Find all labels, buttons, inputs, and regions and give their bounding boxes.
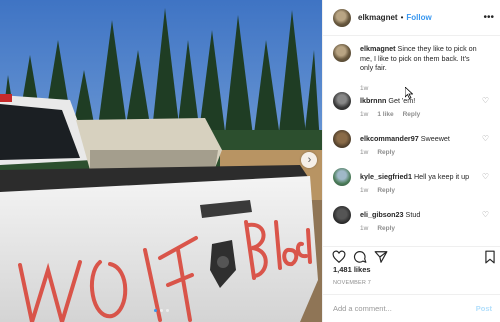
reply-button[interactable]: Reply [403, 111, 421, 118]
carousel-dot [153, 309, 157, 312]
instagram-post-view: › elkmagnet • Follow ••• elkmagnet Since… [0, 0, 500, 322]
comment-meta: 1w Reply [360, 187, 482, 194]
more-options-icon[interactable]: ••• [483, 12, 494, 23]
commenter-avatar[interactable] [333, 130, 351, 148]
share-icon[interactable] [374, 250, 388, 264]
post-side-panel: elkmagnet • Follow ••• elkmagnet Since t… [322, 0, 500, 322]
carousel-dot [159, 309, 163, 312]
comment-likes[interactable]: 1 like [377, 111, 393, 118]
chevron-right-icon: › [307, 154, 312, 166]
mouse-cursor-icon [405, 87, 413, 99]
comment-meta: 1w 1 like Reply [360, 111, 482, 118]
add-comment-bar: Post [323, 294, 500, 322]
post-header: elkmagnet • Follow ••• [323, 0, 500, 36]
bookmark-icon[interactable] [483, 250, 497, 264]
header-separator: • [400, 13, 404, 22]
comment-text: elkcommander97 Sweewet [360, 130, 482, 144]
comment-body: Sweewet [418, 134, 450, 143]
reply-button[interactable]: Reply [377, 187, 395, 194]
comment-text: kyle_siegfried1 Hell ya keep it up [360, 168, 482, 182]
commenter-avatar[interactable] [333, 92, 351, 110]
reply-button[interactable]: Reply [377, 225, 395, 232]
comment-icon[interactable] [353, 250, 367, 264]
commenter-username[interactable]: eli_gibson23 [360, 210, 404, 219]
caption-meta: 1w [360, 85, 482, 92]
comment-time[interactable]: 1w [360, 149, 368, 156]
caption-time[interactable]: 1w [360, 85, 368, 92]
comment-text: lkbrnnn Get 'em! [360, 92, 482, 106]
heart-icon[interactable]: ♡ [482, 97, 489, 105]
caption-avatar[interactable] [333, 44, 351, 62]
caption: elkmagnet Since they like to pick on me,… [323, 44, 500, 92]
reply-button[interactable]: Reply [377, 149, 395, 156]
next-photo-button[interactable]: › [301, 152, 317, 168]
comment-meta: 1w Reply [360, 225, 482, 232]
commenter-username[interactable]: elkcommander97 [360, 134, 419, 143]
comment-body: Stud [403, 210, 421, 219]
heart-icon[interactable]: ♡ [482, 135, 489, 143]
comment-item: elkcommander97 Sweewet 1w Reply ♡ [323, 130, 500, 168]
heart-icon[interactable] [332, 250, 346, 264]
post-date[interactable]: NOVEMBER 7 [333, 280, 371, 286]
comment-time[interactable]: 1w [360, 187, 368, 194]
comment-input[interactable] [333, 304, 476, 313]
comment-item: eli_gibson23 Stud 1w Reply ♡ [323, 206, 500, 244]
post-photo[interactable]: › [0, 0, 322, 322]
truck-photo-illustration [0, 0, 322, 322]
follow-button[interactable]: Follow [406, 13, 431, 22]
author-username[interactable]: elkmagnet [358, 13, 398, 22]
comment-text: eli_gibson23 Stud [360, 206, 482, 220]
author-avatar[interactable] [333, 8, 351, 27]
comment-body: Hell ya keep it up [411, 172, 470, 181]
comment-time[interactable]: 1w [360, 111, 368, 118]
commenter-username[interactable]: kyle_siegfried1 [360, 172, 412, 181]
heart-icon[interactable]: ♡ [482, 211, 489, 219]
comments-list: elkmagnet Since they like to pick on me,… [323, 44, 500, 244]
commenter-avatar[interactable] [333, 168, 351, 186]
likes-count[interactable]: 1,481 likes [333, 265, 371, 274]
carousel-dot [165, 309, 169, 312]
caption-username[interactable]: elkmagnet [360, 44, 396, 53]
caption-text: elkmagnet Since they like to pick on me,… [360, 44, 482, 73]
comment-time[interactable]: 1w [360, 225, 368, 232]
comment-item: kyle_siegfried1 Hell ya keep it up 1w Re… [323, 168, 500, 206]
comment-meta: 1w Reply [360, 149, 482, 156]
action-bar [323, 246, 500, 266]
carousel-indicator [0, 309, 322, 312]
heart-icon[interactable]: ♡ [482, 173, 489, 181]
post-comment-button[interactable]: Post [476, 304, 492, 313]
commenter-username[interactable]: lkbrnnn [360, 96, 386, 105]
commenter-avatar[interactable] [333, 206, 351, 224]
